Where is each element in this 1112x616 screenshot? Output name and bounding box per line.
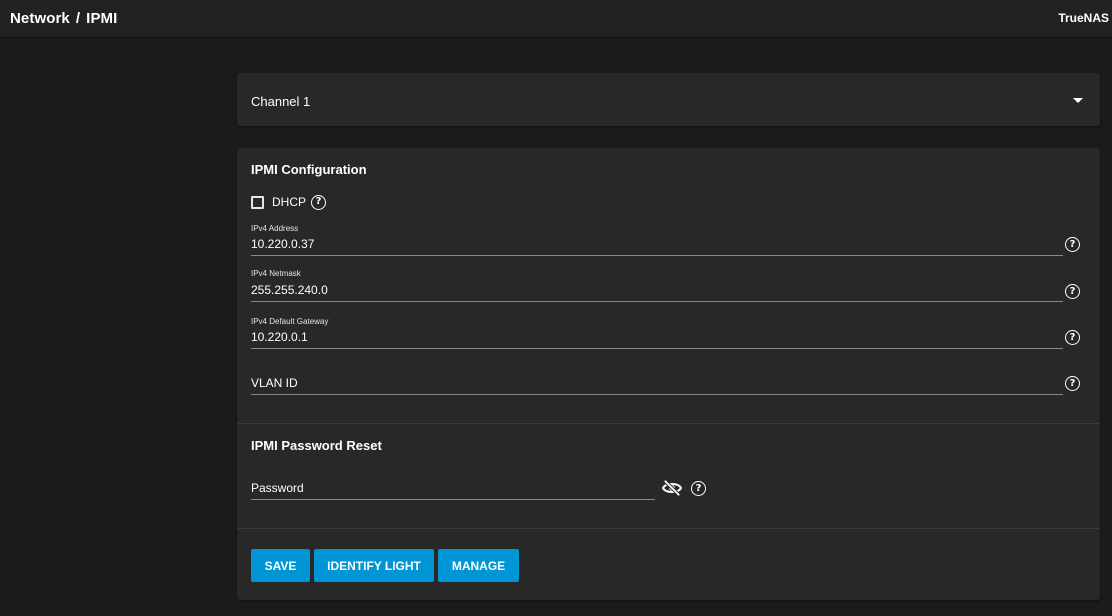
ipv4-netmask-label: IPv4 Netmask [251,269,301,278]
top-bar: Network / IPMI TrueNAS [0,0,1112,38]
password-underline [251,499,655,500]
ipv4-address-label: IPv4 Address [251,224,299,233]
ipmi-config-card: IPMI Configuration DHCP ? IPv4 Address 1… [237,148,1100,600]
ipv4-address-field[interactable]: IPv4 Address 10.220.0.37 [251,224,1063,258]
help-circle-icon[interactable]: ? [1065,284,1080,299]
dhcp-row: DHCP ? [251,194,327,210]
breadcrumb-network[interactable]: Network [10,10,70,27]
channel-select-value: Channel 1 [251,94,311,109]
brand-label: TrueNAS [1058,11,1109,25]
password-placeholder: Password [251,481,304,495]
section-divider [237,423,1100,424]
vlan-id-placeholder: VLAN ID [251,376,298,390]
ipv4-address-underline [251,255,1063,256]
breadcrumb-ipmi: IPMI [86,10,118,27]
password-field[interactable]: Password [251,481,655,501]
help-circle-icon[interactable]: ? [1065,237,1080,252]
identify-light-button[interactable]: IDENTIFY LIGHT [314,549,434,582]
ipv4-netmask-field[interactable]: IPv4 Netmask 255.255.240.0 [251,269,1063,303]
ipv4-gateway-value: 10.220.0.1 [251,330,308,344]
dhcp-label: DHCP [272,195,307,209]
help-circle-icon[interactable]: ? [1065,330,1080,345]
ipv4-gateway-underline [251,348,1063,349]
ipmi-config-title: IPMI Configuration [251,162,367,177]
ipv4-address-value: 10.220.0.37 [251,237,315,251]
save-button[interactable]: SAVE [251,549,310,582]
ipv4-gateway-label: IPv4 Default Gateway [251,317,329,326]
caret-down-icon [1073,98,1083,103]
breadcrumb-separator: / [75,10,81,27]
ipv4-netmask-underline [251,301,1063,302]
password-reset-title: IPMI Password Reset [251,438,382,453]
vlan-id-field[interactable]: VLAN ID [251,376,1063,396]
channel-select[interactable]: Channel 1 [237,73,1100,126]
manage-button[interactable]: MANAGE [438,549,519,582]
help-circle-icon[interactable]: ? [1065,376,1080,391]
ipv4-netmask-value: 255.255.240.0 [251,283,328,297]
vlan-id-underline [251,394,1063,395]
dhcp-checkbox[interactable] [251,195,264,209]
breadcrumb: Network / IPMI [10,10,117,27]
help-circle-icon[interactable]: ? [691,481,706,496]
eye-off-icon[interactable] [661,479,683,502]
actions-divider [237,528,1100,529]
ipv4-gateway-field[interactable]: IPv4 Default Gateway 10.220.0.1 [251,317,1063,351]
help-circle-icon[interactable]: ? [311,194,327,210]
